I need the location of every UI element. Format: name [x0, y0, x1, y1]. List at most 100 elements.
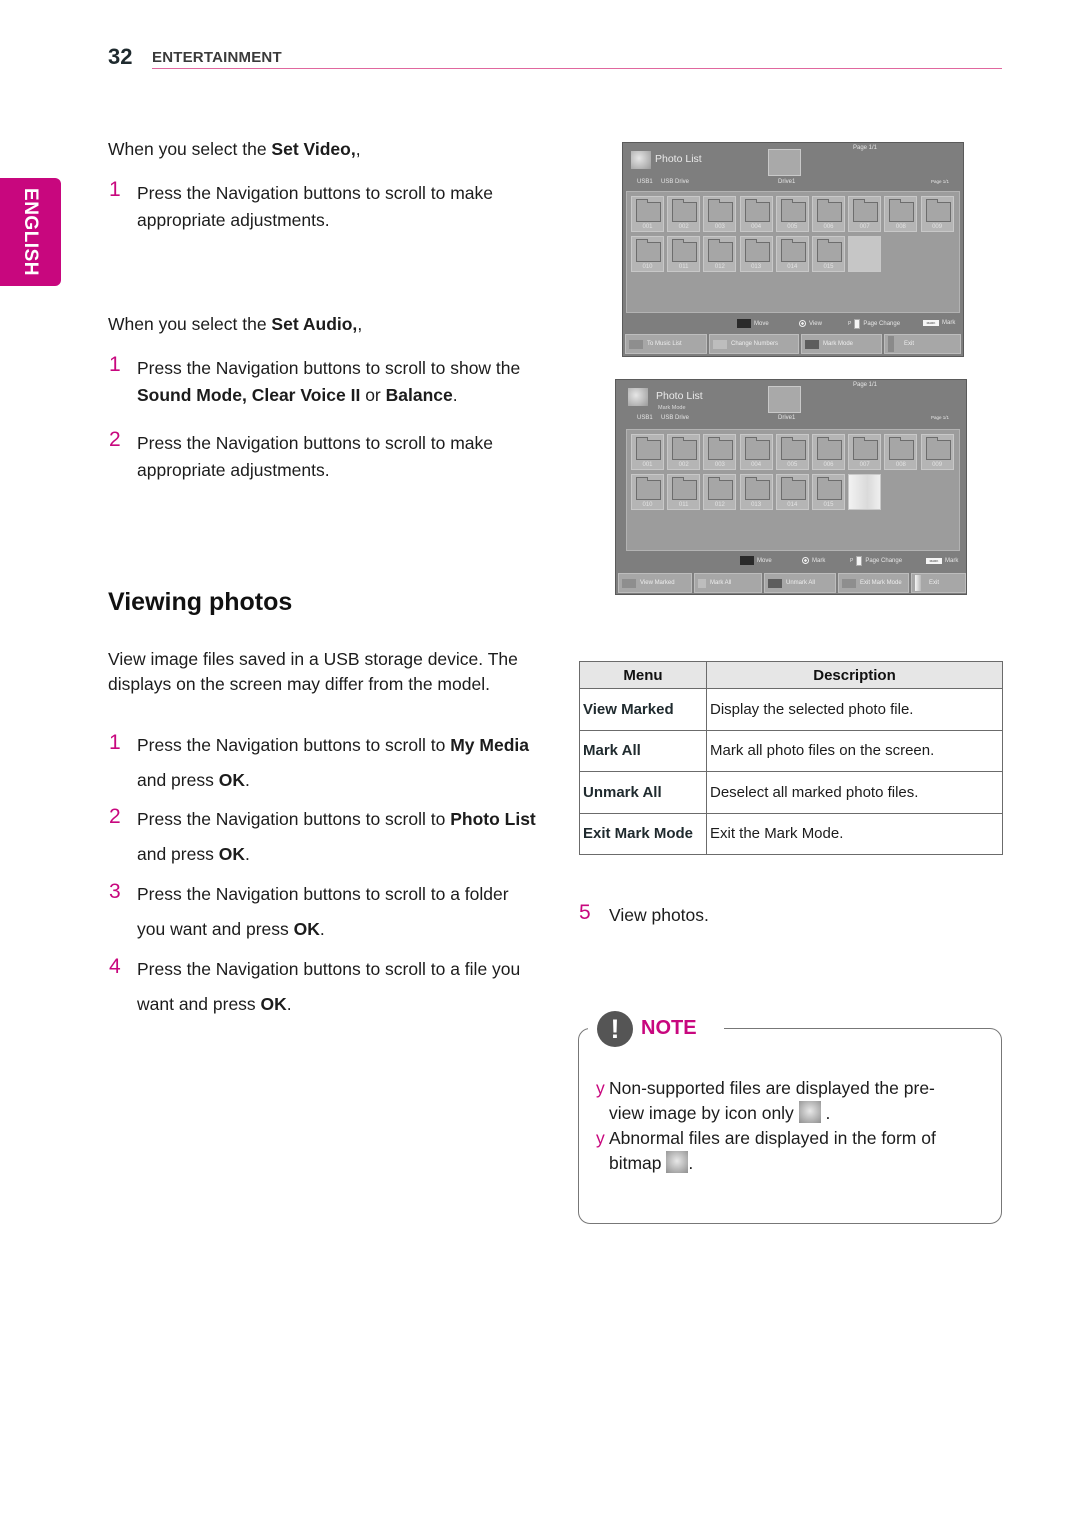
- folder-tile[interactable]: 004: [739, 196, 773, 232]
- folder-tile[interactable]: 011: [667, 474, 701, 510]
- folder-tile[interactable]: 010: [631, 474, 664, 510]
- ok-key-icon: [799, 320, 806, 327]
- menu-cell: Mark All: [579, 729, 707, 772]
- step-text: Press the Navigation buttons to scroll t…: [137, 959, 521, 1014]
- folder-icon: [744, 199, 770, 222]
- to-music-list-button[interactable]: To Music List: [625, 334, 707, 354]
- folder-tile[interactable]: 006: [812, 196, 845, 232]
- legend-page: P Page Change: [848, 319, 901, 329]
- folder-tile[interactable]: 015: [812, 474, 845, 510]
- exit-button[interactable]: Exit: [911, 573, 966, 593]
- folder-tile[interactable]: 008: [884, 434, 918, 470]
- folder-label: 012: [714, 264, 725, 270]
- description-cell: Mark all photo files on the screen.: [706, 729, 1003, 772]
- folder-tile[interactable]: 010: [631, 236, 664, 272]
- legend-ok: View: [799, 320, 822, 327]
- folder-tile[interactable]: 006: [812, 434, 845, 470]
- table-row: Exit Mark Mode Exit the Mark Mode.: [579, 812, 1003, 855]
- folder-label: 007: [859, 462, 870, 468]
- folder-tile[interactable]: 002: [667, 196, 701, 232]
- folder-label: 008: [895, 462, 906, 468]
- mark-mode-button[interactable]: Mark Mode: [801, 334, 882, 354]
- folder-tile[interactable]: 009: [920, 434, 954, 470]
- folder-tile[interactable]: 014: [775, 236, 809, 272]
- folder-label: 007: [859, 224, 870, 230]
- tv-screen-mark-mode: Photo List Mark Mode Page 1/1 USB1 USB D…: [615, 379, 967, 595]
- folder-icon: [708, 477, 734, 500]
- page-key-icon: [854, 319, 861, 329]
- folder-tile[interactable]: 007: [848, 196, 882, 232]
- menu-description-table: Menu Description View Marked Display the…: [579, 661, 1003, 855]
- bitmap-placeholder-icon: [666, 1151, 689, 1173]
- folder-tile[interactable]: 013: [739, 236, 773, 272]
- language-label: ENGLISH: [20, 188, 41, 276]
- folder-icon: [672, 199, 698, 222]
- legend-mark: MARK Mark: [923, 320, 955, 326]
- photo-tile[interactable]: [848, 474, 882, 510]
- folder-tile[interactable]: 015: [812, 236, 845, 272]
- step-text: View photos.: [609, 905, 709, 925]
- folder-tile[interactable]: 005: [775, 434, 809, 470]
- folder-label: 014: [787, 502, 798, 508]
- folder-icon: [817, 199, 842, 222]
- folder-tile[interactable]: 012: [703, 236, 737, 272]
- folder-label: 001: [642, 224, 653, 230]
- folder-tile[interactable]: 012: [703, 474, 737, 510]
- exit-button[interactable]: Exit: [884, 334, 961, 354]
- step-number: 4: [109, 955, 121, 978]
- step-number: 2: [109, 428, 121, 451]
- folder-icon: [744, 437, 770, 460]
- folder-icon: [708, 199, 734, 222]
- folder-tile[interactable]: 009: [920, 196, 954, 232]
- mark-all-button[interactable]: Mark All: [694, 573, 762, 593]
- folder-label: 009: [932, 462, 943, 468]
- step-text: Press the Navigation buttons to scroll t…: [137, 735, 529, 790]
- exit-mark-mode-button[interactable]: Exit Mark Mode: [838, 573, 909, 593]
- folder-tile[interactable]: 005: [775, 196, 809, 232]
- folder-tile[interactable]: 014: [775, 474, 809, 510]
- note-item: Abnormal files are displayed in the form…: [609, 1128, 936, 1173]
- note-item: Non-supported files are displayed the pr…: [609, 1078, 935, 1123]
- usb-label: USB1: [637, 415, 653, 421]
- folder-icon: [744, 477, 770, 500]
- bullet-icon: y: [596, 1078, 605, 1098]
- step-number: 1: [109, 178, 121, 201]
- folder-label: Drive1: [778, 179, 796, 185]
- nav-key-icon: [737, 319, 751, 328]
- folder-tile[interactable]: 003: [703, 196, 737, 232]
- folder-tile[interactable]: 001: [631, 434, 664, 470]
- change-numbers-button[interactable]: Change Numbers: [709, 334, 799, 354]
- table-header-row: Menu Description: [579, 661, 1003, 689]
- section-heading: Viewing photos: [108, 588, 293, 616]
- folder-icon: [672, 477, 698, 500]
- folder-icon: [817, 437, 842, 460]
- folder-icon: [925, 199, 951, 222]
- folder-label: 010: [642, 502, 653, 508]
- folder-tile[interactable]: 013: [739, 474, 773, 510]
- view-marked-button[interactable]: View Marked: [618, 573, 692, 593]
- folder-tile[interactable]: 008: [884, 196, 918, 232]
- folder-label: 015: [823, 502, 834, 508]
- table-row: Mark All Mark all photo files on the scr…: [579, 729, 1003, 772]
- tv-screen-photo-list: Photo List Page 1/1 USB1 USB Drive Drive…: [622, 142, 964, 357]
- language-tab: ENGLISH: [0, 178, 61, 286]
- folder-icon: [889, 437, 915, 460]
- folder-tile[interactable]: 007: [848, 434, 882, 470]
- folder-tile[interactable]: 001: [631, 196, 664, 232]
- menu-cell: View Marked: [579, 688, 707, 731]
- photo-tile[interactable]: [848, 236, 882, 272]
- folder-tile[interactable]: 011: [667, 236, 701, 272]
- folder-tile[interactable]: 002: [667, 434, 701, 470]
- folder-label: 003: [714, 224, 725, 230]
- step-number: 1: [109, 353, 121, 376]
- drive-label: USB Drive: [661, 415, 690, 421]
- unmark-all-button[interactable]: Unmark All: [764, 573, 836, 593]
- folder-label: 006: [823, 462, 834, 468]
- folder-icon: [636, 477, 661, 500]
- folder-label: 002: [678, 462, 689, 468]
- step-text: Press the Navigation buttons to scroll t…: [137, 433, 494, 480]
- folder-icon: [672, 437, 698, 460]
- section-intro: View image files saved in a USB storage …: [108, 649, 518, 694]
- folder-tile[interactable]: 003: [703, 434, 737, 470]
- folder-tile[interactable]: 004: [739, 434, 773, 470]
